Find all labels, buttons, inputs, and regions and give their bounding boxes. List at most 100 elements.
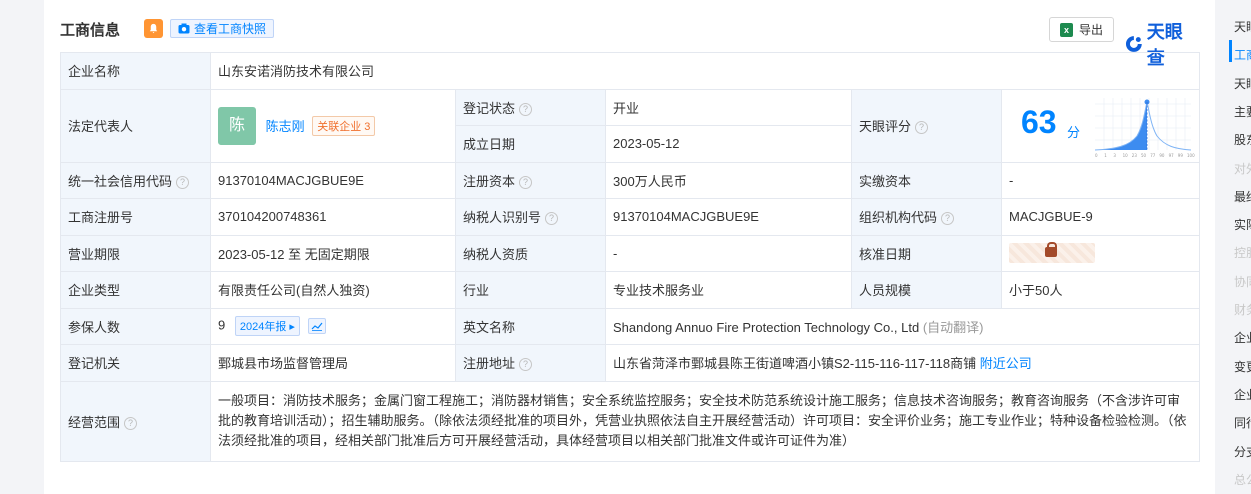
address-label-cell: 注册地址? (455, 344, 606, 382)
insured-cell: 9 2024年报 ▸ (210, 307, 456, 345)
scope-label-cell: 经营范围? (60, 380, 211, 462)
score-distribution-chart: 0 1 3 10 23 50 77 90 97 99 100 (1094, 97, 1195, 158)
eye-logo-icon (1125, 36, 1142, 52)
credit-code-value: 91370104MACJGBUE9E (210, 161, 456, 199)
annual-report-dropdown[interactable]: 2024年报 ▸ (234, 316, 300, 337)
taxpayer-id-value: 91370104MACJGBUE9E (605, 198, 852, 236)
table-row: 参保人数 9 2024年报 ▸ 英文名称 Shandong Annuo Fire… (60, 307, 1200, 345)
sidebar-nav-item[interactable]: 股东 (1234, 131, 1251, 148)
nearby-companies-link[interactable]: 附近公司 (980, 356, 1032, 371)
table-row: 统一社会信用代码? 91370104MACJGBUE9E 注册资本? 300万人… (60, 161, 1200, 199)
monitor-bell-icon[interactable] (144, 19, 163, 38)
export-button[interactable]: x 导出 (1049, 17, 1115, 42)
org-code-label-cell: 组织机构代码? (851, 198, 1002, 236)
help-icon[interactable]: ? (545, 212, 559, 226)
taxpayer-id-label-cell: 纳税人识别号? (455, 198, 606, 236)
taxpayer-id-label: 纳税人识别号 (463, 210, 542, 226)
address-value: 山东省菏泽市鄄城县陈王街道啤酒小镇S2-115-116-117-118商铺 (613, 356, 977, 372)
sidebar-nav-item[interactable]: 最终 (1234, 188, 1251, 205)
trend-chart-icon[interactable] (307, 318, 326, 335)
company-name-label: 企业名称 (60, 52, 211, 90)
table-row: 登记机关 鄄城县市场监督管理局 注册地址? 山东省菏泽市鄄城县陈王街道啤酒小镇S… (60, 344, 1200, 382)
score-cell[interactable]: 63 分 0 1 3 10 23 50 77 90 97 99 100 (1001, 88, 1200, 163)
related-count: 3 (364, 120, 371, 133)
org-code-value: MACJGBUE-9 (1001, 198, 1200, 236)
score-axis-tick: 97 (1169, 153, 1175, 158)
sidebar-nav-item: 协同 (1234, 274, 1251, 289)
sidebar-nav-item[interactable]: 实际 (1234, 216, 1251, 233)
business-info-card: 工商信息 查看工商快照 x 导出 天眼查 企业名称 山东安诺消防技术有限公司 法… (44, 0, 1215, 494)
export-label: 导出 (1079, 23, 1104, 37)
sidebar-nav-item[interactable]: 企业 (1234, 329, 1251, 346)
insured-label: 参保人数 (60, 307, 211, 345)
reg-status-label: 登记状态 (463, 100, 516, 116)
score-axis-tick: 100 (1187, 153, 1195, 158)
score-axis-tick: 23 (1132, 153, 1138, 158)
staff-value: 小于50人 (1001, 271, 1200, 309)
help-icon[interactable]: ? (176, 175, 190, 189)
table-row: 企业名称 山东安诺消防技术有限公司 (60, 52, 1200, 90)
section-nav-sidebar: 天眼工商天眼主要股东对外最终实际控股协同财务企业变更企业同行分支总公 (1229, 0, 1251, 494)
score-axis-tick: 50 (1141, 153, 1147, 158)
camera-icon (178, 23, 190, 34)
term-label: 营业期限 (60, 234, 211, 272)
sidebar-nav-item[interactable]: 工商 (1234, 46, 1251, 63)
sidebar-nav-item[interactable]: 变更 (1234, 358, 1251, 375)
credit-code-label: 统一社会信用代码 (68, 173, 173, 189)
table-row: 法定代表人 陈 陈志刚 关联企业 3 登记状态? 开业 天眼评分? 63 分 0… (60, 88, 1200, 163)
industry-value: 专业技术服务业 (605, 271, 852, 309)
reg-capital-label: 注册资本 (463, 173, 516, 189)
authority-label: 登记机关 (60, 344, 211, 382)
section-header: 工商信息 查看工商快照 x 导出 天眼查 (60, 16, 1200, 68)
locked-content[interactable] (1009, 242, 1095, 264)
table-row: 营业期限 2023-05-12 至 无固定期限 纳税人资质 - 核准日期 (60, 234, 1200, 272)
address-label: 注册地址 (463, 356, 516, 372)
sidebar-nav-item[interactable]: 天眼 (1234, 18, 1251, 35)
help-icon[interactable]: ? (519, 102, 533, 116)
sidebar-nav-item: 对外 (1234, 161, 1251, 176)
paid-capital-value: - (1001, 161, 1200, 199)
sidebar-nav-item[interactable]: 同行 (1234, 414, 1251, 431)
org-code-label: 组织机构代码 (859, 210, 938, 226)
staff-label: 人员规模 (851, 271, 1002, 309)
en-name-value: Shandong Annuo Fire Protection Technolog… (613, 319, 920, 335)
reg-capital-label-cell: 注册资本? (455, 161, 606, 199)
est-date-value: 2023-05-12 (605, 125, 852, 163)
sidebar-nav-item[interactable]: 主要 (1234, 103, 1251, 120)
help-icon[interactable]: ? (519, 175, 533, 189)
company-name-value: 山东安诺消防技术有限公司 (210, 52, 1200, 90)
avatar[interactable]: 陈 (218, 106, 256, 145)
taxpayer-qual-label: 纳税人资质 (455, 234, 606, 272)
section-title: 工商信息 (60, 22, 121, 39)
table-row: 工商注册号 370104200748361 纳税人识别号? 91370104MA… (60, 198, 1200, 236)
related-label: 关联企业 (317, 120, 362, 133)
approve-date-cell (1001, 234, 1200, 272)
score-axis-tick: 10 (1123, 153, 1129, 158)
reg-no-label: 工商注册号 (60, 198, 211, 236)
legal-rep-name-link[interactable]: 陈志刚 (266, 119, 305, 134)
help-icon[interactable]: ? (519, 358, 533, 372)
insured-value: 9 (218, 317, 226, 333)
sidebar-nav-item: 总公 (1234, 472, 1251, 487)
score-axis-tick: 1 (1104, 153, 1107, 158)
help-icon[interactable]: ? (124, 416, 138, 430)
business-info-table: 企业名称 山东安诺消防技术有限公司 法定代表人 陈 陈志刚 关联企业 3 登记状态… (60, 52, 1200, 462)
help-icon[interactable]: ? (915, 121, 929, 135)
annual-report-label: 2024年报 (239, 321, 287, 334)
term-value: 2023-05-12 至 无固定期限 (210, 234, 456, 272)
related-companies-tag[interactable]: 关联企业 3 (312, 115, 376, 136)
taxpayer-qual-value: - (605, 234, 852, 272)
help-icon[interactable]: ? (941, 212, 955, 226)
sidebar-nav-item[interactable]: 企业 (1234, 386, 1251, 403)
sidebar-nav-item[interactable]: 分支 (1234, 443, 1251, 460)
en-name-label: 英文名称 (455, 307, 606, 345)
sidebar-nav-item[interactable]: 天眼 (1234, 75, 1251, 92)
table-row: 经营范围? 一般项目：消防技术服务；金属门窗工程施工；消防器材销售；安全系统监控… (60, 380, 1200, 462)
score-axis-tick: 3 (1113, 153, 1116, 158)
reg-status-label-cell: 登记状态? (455, 88, 606, 126)
credit-code-label-cell: 统一社会信用代码? (60, 161, 211, 199)
legal-rep-cell: 陈 陈志刚 关联企业 3 (210, 88, 456, 163)
lock-icon (1045, 242, 1057, 258)
score-value: 63 (1021, 103, 1057, 140)
view-snapshot-button[interactable]: 查看工商快照 (170, 19, 275, 38)
